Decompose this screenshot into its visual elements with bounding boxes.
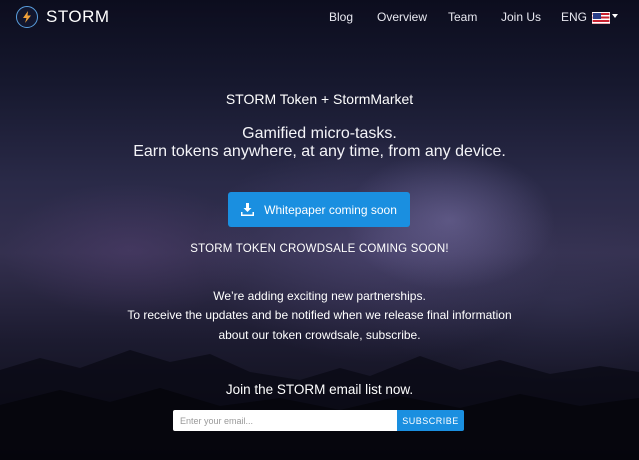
- hero-tagline-2: Earn tokens anywhere, at any time, from …: [133, 143, 506, 160]
- crowdsale-notice: STORM TOKEN CROWDSALE COMING SOON!: [190, 243, 449, 255]
- language-selector[interactable]: ENG: [561, 10, 587, 24]
- hero-title: STORM Token + StormMarket: [225, 91, 414, 107]
- email-input[interactable]: [173, 410, 397, 431]
- nav-blog[interactable]: Blog: [329, 10, 353, 24]
- nav-join-us[interactable]: Join Us: [501, 10, 541, 24]
- main-nav: Blog Overview Team Join Us ENG: [0, 10, 639, 26]
- us-flag-icon[interactable]: [592, 12, 610, 24]
- whitepaper-button-label: Whitepaper coming soon: [264, 202, 397, 217]
- info-line-1: We’re adding exciting new partnerships.: [213, 289, 426, 303]
- whitepaper-button[interactable]: Whitepaper coming soon: [228, 192, 410, 227]
- subscribe-button[interactable]: SUBSCRIBE: [397, 410, 464, 431]
- download-icon: [241, 203, 255, 216]
- info-line-3: about our token crowdsale, subscribe.: [218, 328, 421, 342]
- top-header: STORM Blog Overview Team Join Us ENG: [0, 0, 639, 36]
- nav-team[interactable]: Team: [448, 10, 477, 24]
- email-list-heading: Join the STORM email list now.: [225, 382, 414, 397]
- chevron-down-icon[interactable]: [612, 14, 618, 18]
- hero-tagline-1: Gamified micro-tasks.: [242, 125, 397, 142]
- info-line-2: To receive the updates and be notified w…: [127, 308, 512, 322]
- nav-overview[interactable]: Overview: [377, 10, 427, 24]
